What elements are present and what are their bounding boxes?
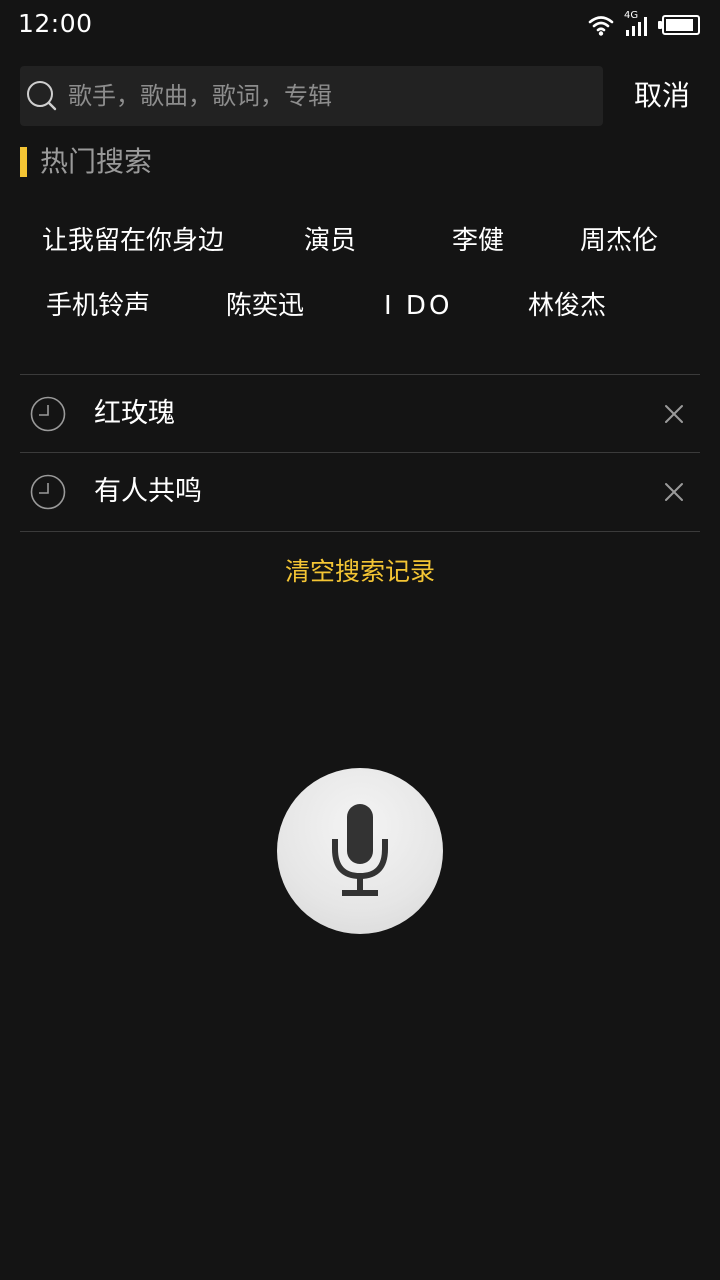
search-input[interactable] [68,66,588,126]
status-icons: 4G [588,10,700,38]
battery-icon [658,15,700,35]
hot-tag[interactable]: 李健 [452,221,504,261]
wifi-icon [588,16,614,36]
cancel-button[interactable]: 取消 [620,70,704,122]
history-item-label: 红玫瑰 [94,398,175,429]
hot-tag[interactable]: 周杰伦 [580,221,658,261]
hot-tag[interactable]: 让我留在你身边 [42,221,224,261]
signal-icon: 4G [624,10,652,37]
section-accent-bar [20,147,27,177]
hot-tag[interactable]: I DO [384,286,452,326]
search-box[interactable] [20,66,603,126]
clear-history-button[interactable]: 清空搜索记录 [0,552,720,592]
close-icon[interactable] [660,400,688,428]
hot-search-title: 热门搜索 [40,145,153,178]
close-icon[interactable] [660,478,688,506]
status-bar: 12:00 4G [0,0,720,50]
voice-search-button[interactable] [277,768,443,934]
microphone-icon [332,804,388,896]
history-item[interactable]: 红玫瑰 [20,375,700,453]
search-icon [27,81,57,111]
history-item[interactable]: 有人共鸣 [20,453,700,531]
clock-icon [30,474,66,510]
battery-tip [658,21,662,29]
hot-tag[interactable]: 手机铃声 [46,286,150,326]
history-item-label: 有人共鸣 [94,476,202,507]
clock-icon [30,396,66,432]
hot-tag[interactable]: 演员 [304,221,356,261]
status-time: 12:00 [18,9,93,38]
hot-tag[interactable]: 林俊杰 [528,286,606,326]
hot-tag[interactable]: 陈奕迅 [226,286,304,326]
divider [20,531,700,532]
battery-fill [666,19,693,31]
